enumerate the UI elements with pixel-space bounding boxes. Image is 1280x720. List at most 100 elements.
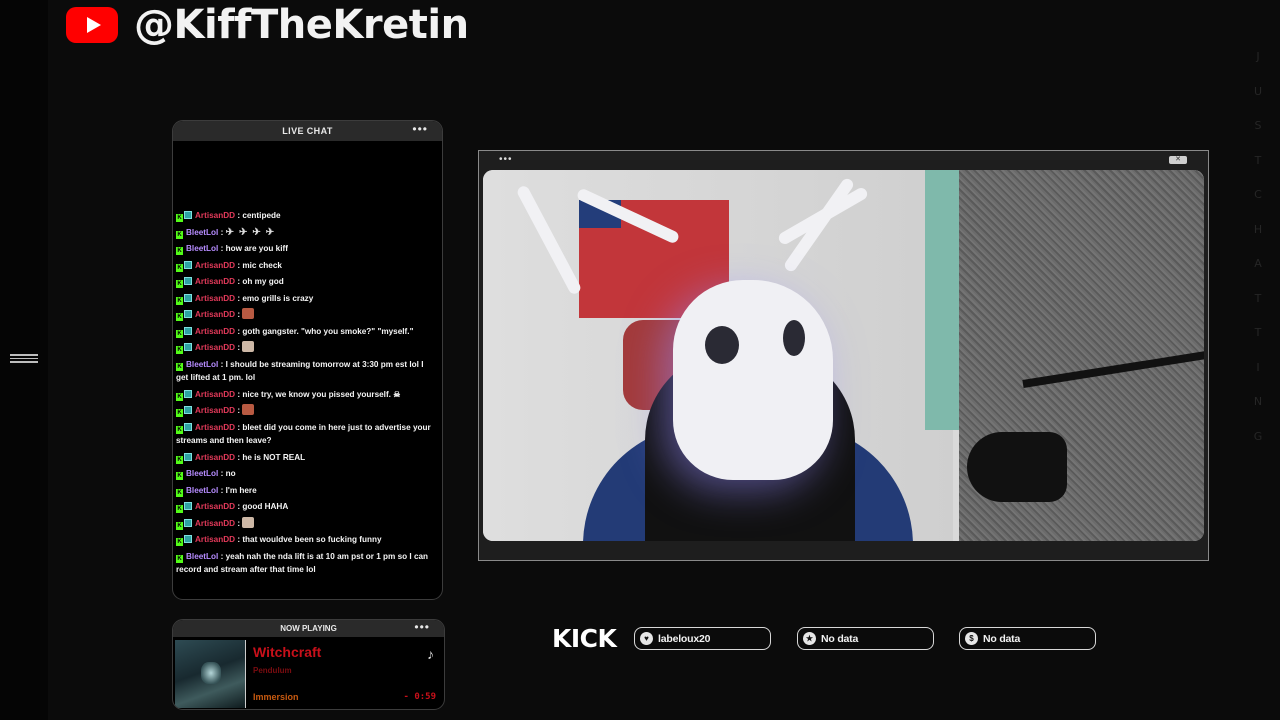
webcam-titlebar: ••• ✕ xyxy=(479,151,1208,168)
song-title: Witchcraft xyxy=(253,644,322,660)
live-chat-panel: LIVE CHAT ••• K ArtisanDD : centipede K Bl… xyxy=(172,120,443,600)
kick-badge-icon: K xyxy=(176,230,183,239)
song-artist: Pendulum xyxy=(253,666,292,675)
side-letter: C xyxy=(1254,188,1262,201)
close-icon[interactable]: ✕ xyxy=(1169,156,1187,164)
sub-badge-icon xyxy=(184,452,192,461)
chat-username[interactable]: ArtisanDD xyxy=(195,327,235,336)
emote-icon xyxy=(242,308,255,319)
feed-microphone xyxy=(967,432,1067,502)
side-letter: S xyxy=(1254,119,1262,132)
chat-username[interactable]: ArtisanDD xyxy=(195,406,235,415)
kick-badge-icon: K xyxy=(176,505,183,513)
kick-badge-icon: K xyxy=(176,329,183,338)
chat-username[interactable]: BleetLol xyxy=(186,244,218,253)
chat-message: K ArtisanDD : mic check xyxy=(176,260,282,272)
chat-message: K ArtisanDD : xyxy=(176,404,438,418)
kick-badge-icon: K xyxy=(176,346,183,354)
side-letter: U xyxy=(1253,84,1263,98)
stat-label: No data xyxy=(983,632,1021,645)
star-icon: ★ xyxy=(803,632,816,645)
chat-username[interactable]: ArtisanDD xyxy=(195,310,235,319)
chat-message: K ArtisanDD : xyxy=(176,308,438,322)
kick-badge-icon: K xyxy=(176,296,183,305)
chat-title: LIVE CHAT xyxy=(282,126,333,136)
kick-donation-stat[interactable]: $ No data xyxy=(959,627,1096,650)
chat-username[interactable]: ArtisanDD xyxy=(195,519,235,528)
menu-icon[interactable] xyxy=(10,354,38,364)
webcam-menu-icon[interactable]: ••• xyxy=(499,154,513,164)
kick-follower-stat[interactable]: ♥ labeloux20 xyxy=(634,627,771,650)
song-album: Immersion xyxy=(253,692,299,702)
kick-badge-icon: K xyxy=(176,263,183,272)
chat-username[interactable]: BleetLol xyxy=(186,486,218,495)
chat-message: K ArtisanDD : oh my god xyxy=(176,277,284,288)
chat-username[interactable]: ArtisanDD xyxy=(195,453,235,462)
chat-username[interactable]: ArtisanDD xyxy=(195,390,235,399)
chat-menu-icon[interactable]: ••• xyxy=(412,123,428,135)
chat-text: centipede xyxy=(242,211,281,220)
chat-username[interactable]: BleetLol xyxy=(186,469,218,478)
kick-badge-icon: K xyxy=(176,362,183,371)
chat-header: LIVE CHAT ••• xyxy=(173,121,442,141)
now-playing-menu-icon[interactable]: ••• xyxy=(414,621,430,633)
bird-emote-icon: ✈ xyxy=(225,226,234,238)
kick-badge-icon: K xyxy=(176,488,183,497)
chat-message: K BleetLol : I'm here xyxy=(176,485,257,497)
kick-badge-icon: K xyxy=(176,554,183,563)
chat-text: I'm here xyxy=(225,485,257,495)
side-letter: I xyxy=(1256,360,1260,374)
webcam-feed xyxy=(483,170,1204,541)
dollar-icon: $ xyxy=(965,632,978,645)
chat-text: he is NOT REAL xyxy=(242,452,306,462)
sub-badge-icon xyxy=(184,211,192,219)
kick-subscriber-stat[interactable]: ★ No data xyxy=(797,627,934,650)
sub-badge-icon xyxy=(184,406,192,414)
sub-badge-icon xyxy=(184,310,192,318)
sub-badge-icon xyxy=(184,326,192,335)
chat-username[interactable]: ArtisanDD xyxy=(195,502,235,511)
emote-icon xyxy=(242,404,255,415)
chat-username[interactable]: ArtisanDD xyxy=(195,423,235,432)
side-letter: G xyxy=(1253,429,1263,443)
chat-username[interactable]: ArtisanDD xyxy=(195,294,235,303)
emote-icon xyxy=(242,516,255,528)
skull-emote-icon: ☠ xyxy=(393,389,401,399)
chat-username[interactable]: BleetLol xyxy=(186,552,218,561)
kick-badge-icon: K xyxy=(176,521,183,530)
channel-handle: @KiffTheKretin xyxy=(134,2,469,48)
side-letters: J U S T C H A T T I N G xyxy=(1250,40,1266,454)
chat-text: oh my god xyxy=(242,277,284,286)
chat-username[interactable]: ArtisanDD xyxy=(195,211,235,220)
bird-emote-icon: ✈ xyxy=(238,226,248,238)
side-letter: H xyxy=(1253,222,1263,236)
channel-brand: @KiffTheKretin xyxy=(66,2,469,48)
chat-username[interactable]: BleetLol xyxy=(186,360,218,369)
chat-message: K BleetLol : no xyxy=(176,469,236,480)
side-letter: T xyxy=(1254,153,1262,167)
chat-username[interactable]: BleetLol xyxy=(186,228,218,237)
bird-emote-icon: ✈ xyxy=(265,226,275,238)
chat-username[interactable]: ArtisanDD xyxy=(195,277,235,286)
chat-text: no xyxy=(225,469,236,478)
chat-messages: K ArtisanDD : centipede K BleetLol : ✈ ✈ ✈ ✈ … xyxy=(176,209,438,580)
chat-text: goth gangster. "who you smoke?" "myself.… xyxy=(242,326,414,336)
chat-message: K ArtisanDD : emo grills is crazy xyxy=(176,293,314,305)
webcam-window: ••• ✕ xyxy=(478,150,1209,561)
stat-label: labeloux20 xyxy=(658,632,711,645)
now-playing-title: NOW PLAYING xyxy=(280,624,337,633)
chat-username[interactable]: ArtisanDD xyxy=(195,535,235,544)
chat-username[interactable]: ArtisanDD xyxy=(195,261,235,270)
chat-username[interactable]: ArtisanDD xyxy=(195,343,235,352)
kick-badge-icon: K xyxy=(176,455,183,464)
sub-badge-icon xyxy=(184,293,192,302)
sub-badge-icon xyxy=(184,535,192,543)
sub-badge-icon xyxy=(184,343,192,351)
side-letter: J xyxy=(1256,50,1260,63)
kick-badge-icon: K xyxy=(176,409,183,417)
chat-message: K ArtisanDD : centipede xyxy=(176,211,281,222)
chat-message: K ArtisanDD : good HAHA xyxy=(176,502,289,513)
kick-badge-icon: K xyxy=(176,472,183,480)
youtube-icon xyxy=(66,7,118,43)
side-letter: T xyxy=(1254,326,1262,339)
